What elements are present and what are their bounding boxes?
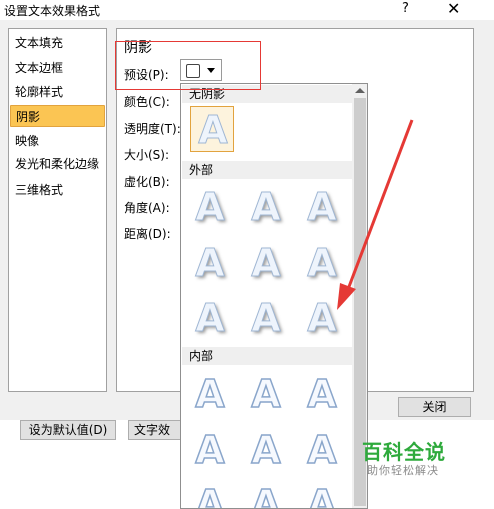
- category-outline-style[interactable]: 轮廓样式: [10, 81, 105, 103]
- category-shadow[interactable]: 阴影: [10, 105, 105, 127]
- preset-glyph: A: [251, 371, 282, 417]
- category-3d-format[interactable]: 三维格式: [10, 179, 105, 201]
- preset-glyph: A: [307, 427, 338, 473]
- category-text-border[interactable]: 文本边框: [10, 57, 105, 79]
- category-glow-soft-edges[interactable]: 发光和柔化边缘: [10, 153, 105, 175]
- preset-glyph: A: [307, 296, 337, 341]
- preset-no-shadow[interactable]: A: [190, 106, 234, 153]
- preset-glyph: A: [307, 371, 338, 417]
- category-list: 文本填充 文本边框 轮廓样式 阴影 映像 发光和柔化边缘 三维格式: [8, 28, 107, 392]
- distance-label: 距离(D):: [124, 227, 171, 241]
- preset-outer-7[interactable]: A: [188, 295, 232, 341]
- chevron-down-icon: [207, 68, 215, 73]
- text-effects-button[interactable]: 文字效果: [128, 420, 182, 440]
- preset-outer-8[interactable]: A: [244, 295, 288, 341]
- section-no-shadow: 无阴影: [182, 85, 352, 103]
- preset-outer-5[interactable]: A: [244, 240, 288, 286]
- preset-inner-1[interactable]: A: [188, 371, 232, 417]
- angle-label: 角度(A):: [124, 201, 170, 215]
- shadow-preset-gallery: 无阴影 外部 内部 A A A A A A A A A A A A A A A …: [180, 83, 368, 509]
- section-outer: 外部: [182, 161, 352, 179]
- dialog-title: 设置文本效果格式: [4, 4, 101, 18]
- preset-outer-1[interactable]: A: [188, 184, 232, 230]
- preset-inner-5[interactable]: A: [244, 427, 288, 473]
- color-label: 颜色(C):: [124, 95, 170, 109]
- watermark-tagline: 助你轻松解决: [367, 464, 439, 477]
- preset-outer-9[interactable]: A: [300, 295, 344, 341]
- preset-glyph: A: [307, 185, 337, 230]
- preset-glyph: A: [251, 185, 281, 230]
- preset-glyph: A: [251, 241, 281, 286]
- preset-dropdown-button[interactable]: [180, 59, 222, 81]
- preset-glyph: A: [307, 241, 337, 286]
- reset-default-button[interactable]: 设为默认值(D): [20, 420, 116, 440]
- category-reflection[interactable]: 映像: [10, 130, 105, 152]
- preset-glyph: A: [195, 481, 226, 509]
- watermark-logo-text: 百科全说: [362, 440, 446, 464]
- preset-glyph: A: [195, 427, 226, 473]
- preset-glyph: A: [195, 296, 225, 341]
- preset-outer-4[interactable]: A: [188, 240, 232, 286]
- preset-inner-3[interactable]: A: [300, 371, 344, 417]
- preset-glyph: A: [251, 481, 282, 509]
- blur-label: 虚化(B):: [124, 175, 170, 189]
- transparency-label: 透明度(T):: [124, 122, 181, 136]
- panel-title: 阴影: [124, 40, 152, 56]
- preset-glyph: A: [195, 371, 226, 417]
- preset-outer-2[interactable]: A: [244, 184, 288, 230]
- preset-inner-8[interactable]: A: [244, 481, 288, 509]
- preset-inner-7[interactable]: A: [188, 481, 232, 509]
- preset-inner-9[interactable]: A: [300, 481, 344, 509]
- preset-glyph: A: [251, 427, 282, 473]
- category-text-fill[interactable]: 文本填充: [10, 32, 105, 54]
- preset-glyph: A: [195, 241, 225, 286]
- preset-outer-3[interactable]: A: [300, 184, 344, 230]
- close-button[interactable]: 关闭: [398, 397, 471, 417]
- preset-outer-6[interactable]: A: [300, 240, 344, 286]
- preset-glyph: A: [307, 481, 338, 509]
- size-label: 大小(S):: [124, 148, 170, 162]
- preset-inner-2[interactable]: A: [244, 371, 288, 417]
- preset-label: 预设(P):: [124, 68, 169, 82]
- close-icon[interactable]: ✕: [447, 0, 460, 18]
- preset-glyph: A: [198, 108, 228, 153]
- help-button[interactable]: ?: [402, 1, 409, 16]
- scroll-up-arrow[interactable]: [355, 88, 365, 93]
- preset-glyph: A: [195, 185, 225, 230]
- preset-inner-6[interactable]: A: [300, 427, 344, 473]
- section-inner: 内部: [182, 347, 352, 365]
- preset-glyph: A: [251, 296, 281, 341]
- title-bar: 设置文本效果格式 ? ✕: [0, 0, 494, 20]
- preset-inner-4[interactable]: A: [188, 427, 232, 473]
- shadow-preview-icon: [186, 64, 200, 78]
